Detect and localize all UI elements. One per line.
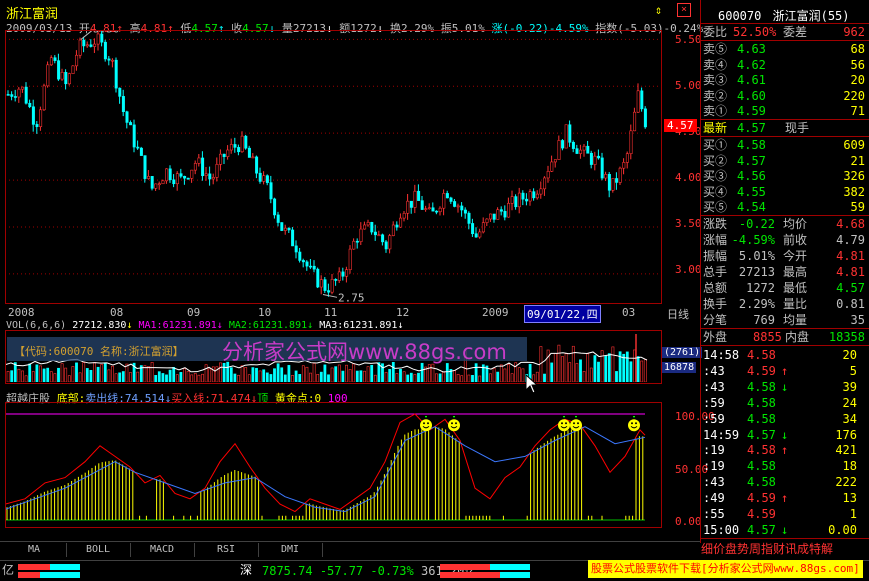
status-yi: 亿 xyxy=(2,563,15,577)
stat-row: 总额 1272 最低 4.57 xyxy=(703,281,865,295)
right-tabs[interactable]: 细价盘势周指财讯成特解 xyxy=(701,540,833,557)
stat-row: 总手 27213 最高 4.81 xyxy=(703,265,865,279)
tick-row: :59 4.58 24 xyxy=(703,395,857,410)
tick-row: 14:59 4.57 ↓ 176 xyxy=(703,427,857,442)
quote-title: 600070 浙江富润(55) xyxy=(718,9,850,23)
tick-row: :43 4.58 222 xyxy=(703,475,857,490)
sell-order-row: 卖① 4.59 71 xyxy=(703,104,865,119)
time-cursor: 09/01/22,四 xyxy=(524,305,601,323)
sell-order-row: 卖④ 4.62 56 xyxy=(703,57,865,72)
ind-tick: 0.00 xyxy=(675,515,702,528)
sell-order-row: 卖③ 4.61 20 xyxy=(703,73,865,88)
tab-rsi[interactable]: RSI xyxy=(194,543,259,557)
tab-macd[interactable]: MACD xyxy=(130,543,195,557)
time-tick: 10 xyxy=(258,306,272,319)
time-tick: 11 xyxy=(324,306,338,319)
tick-row: :55 4.59 1 xyxy=(703,507,857,521)
mouse-cursor-icon xyxy=(525,374,537,394)
status-ad-link[interactable]: 股票公式股票软件下载[分析家公式网www.88gs.com] xyxy=(588,560,863,578)
watermark-code: 【代码:600070 名称:浙江富润】 xyxy=(14,345,184,358)
tick-row: :43 4.58 ↓ 39 xyxy=(703,379,857,394)
tab-dmi[interactable]: DMI xyxy=(258,543,323,557)
tab-boll[interactable]: BOLL xyxy=(66,543,131,557)
tick-row: :59 4.58 34 xyxy=(703,411,857,426)
stat-row: 涨幅 -4.59% 前收 4.79 xyxy=(703,233,865,247)
tick-row: :19 4.58 18 xyxy=(703,459,857,474)
time-tick: 2009 xyxy=(482,306,509,319)
vol-axis-bottom: 16878 xyxy=(662,362,697,373)
tick-row: :43 4.59 ↑ 5 xyxy=(703,363,857,378)
buy-order-row: 买⑤ 4.54 59 xyxy=(703,200,865,215)
time-tick: 12 xyxy=(396,306,410,319)
stat-row: 涨跌 -0.22 均价 4.68 xyxy=(703,217,865,231)
close-icon[interactable]: × xyxy=(677,3,691,17)
buy-order-row: 买② 4.57 21 xyxy=(703,153,865,168)
price-tick: 4.00 xyxy=(675,171,702,184)
tab-ma[interactable]: MA xyxy=(2,543,67,557)
tick-row: :19 4.58 ↑ 421 xyxy=(703,443,857,458)
price-tick: 3.00 xyxy=(675,263,702,276)
day-line-label[interactable]: 日线 xyxy=(667,306,689,322)
sell-order-row: 卖⑤ 4.63 68 xyxy=(703,42,865,56)
stat-row: 分笔 769 均量 35 xyxy=(703,313,865,327)
price-tick: 5.50 xyxy=(675,33,702,46)
price-marker: 4.57 xyxy=(664,119,697,132)
buy-order-row: 买④ 4.55 382 xyxy=(703,184,865,199)
tick-row: 15:00 4.57 ↓ 0.00 xyxy=(703,522,857,537)
price-tick: 5.00 xyxy=(675,79,702,92)
outer-inner-row: 外盘 8855 内盘 18358 xyxy=(703,330,865,344)
buy-order-row: 买① 4.58 609 xyxy=(703,138,865,152)
price-tick: 3.50 xyxy=(675,217,702,230)
tick-row: 14:58 4.58 20 xyxy=(703,348,857,362)
time-tick: 08 xyxy=(110,306,124,319)
buy-order-row: 买③ 4.56 326 xyxy=(703,169,865,184)
tick-row: :49 4.59 ↑ 13 xyxy=(703,491,857,506)
time-tick: 09 xyxy=(187,306,201,319)
up-icon[interactable]: ⇕ xyxy=(655,3,662,17)
sell-order-row: 卖② 4.60 220 xyxy=(703,88,865,103)
stat-row: 换手 2.29% 量比 0.81 xyxy=(703,297,865,311)
vol-axis-top: (2761) xyxy=(662,347,703,358)
time-tick: 2008 xyxy=(8,306,35,319)
status-market: 深 xyxy=(240,563,253,577)
time-tick: 03 xyxy=(622,306,636,319)
order-ratio-row: 委比 52.50% 委差 962 xyxy=(703,25,865,39)
watermark-site: 分析家公式网www.88gs.com xyxy=(222,340,507,364)
last-price-row: 最新 4.57 现手 xyxy=(703,121,810,135)
stat-row: 振幅 5.01% 今开 4.81 xyxy=(703,249,865,263)
